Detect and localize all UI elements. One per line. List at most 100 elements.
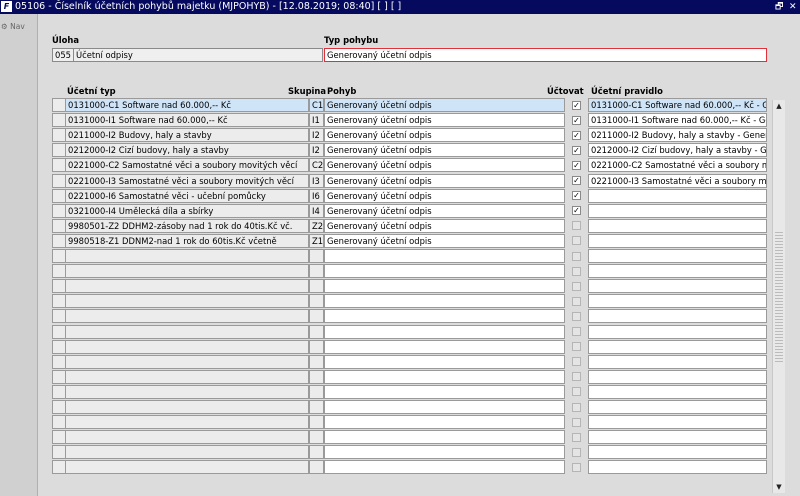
uctovat-checkbox[interactable] <box>572 432 581 442</box>
row-selector[interactable] <box>52 98 66 112</box>
cell-pohyb[interactable] <box>324 445 565 460</box>
uctovat-checkbox[interactable] <box>572 296 581 306</box>
cell-skupina[interactable] <box>309 324 324 339</box>
cell-ucetni-typ[interactable] <box>65 294 309 309</box>
uctovat-checkbox[interactable]: ✓ <box>572 191 581 201</box>
cell-ucetni-typ[interactable]: 0212000-I2 Cizí budovy, haly a stavby <box>65 143 309 158</box>
scroll-up-icon[interactable]: ▲ <box>773 100 785 112</box>
close-icon[interactable]: ✕ <box>789 1 797 13</box>
uctovat-checkbox[interactable] <box>572 402 581 412</box>
cell-ucetni-typ[interactable] <box>65 339 309 354</box>
uctovat-checkbox[interactable] <box>572 236 581 246</box>
row-selector[interactable] <box>52 218 66 233</box>
row-selector[interactable] <box>52 415 66 430</box>
cell-ucetni-typ[interactable]: 0211000-I2 Budovy, haly a stavby <box>65 128 309 143</box>
cell-ucetni-pravidlo[interactable] <box>588 415 767 430</box>
cell-ucetni-typ[interactable] <box>65 354 309 369</box>
cell-ucetni-typ[interactable]: 0131000-I1 Software nad 60.000,-- Kč <box>65 113 309 128</box>
uctovat-checkbox[interactable]: ✓ <box>572 206 581 216</box>
cell-skupina[interactable]: C1 <box>309 98 324 112</box>
cell-ucetni-pravidlo[interactable] <box>588 324 767 339</box>
cell-pohyb[interactable] <box>324 339 565 354</box>
uctovat-checkbox[interactable] <box>572 327 581 336</box>
row-selector[interactable] <box>52 460 66 475</box>
cell-ucetni-pravidlo[interactable] <box>588 430 767 445</box>
cell-ucetni-pravidlo[interactable] <box>588 203 767 218</box>
row-selector[interactable] <box>52 143 66 158</box>
cell-ucetni-pravidlo[interactable] <box>588 445 767 460</box>
uctovat-checkbox[interactable] <box>572 221 581 231</box>
cell-pohyb[interactable]: Generovaný účetní odpis <box>324 218 565 233</box>
cell-ucetni-pravidlo[interactable] <box>588 294 767 309</box>
cell-pohyb[interactable] <box>324 415 565 430</box>
row-selector[interactable] <box>52 128 66 143</box>
row-selector[interactable] <box>52 188 66 203</box>
row-selector[interactable] <box>52 203 66 218</box>
cell-ucetni-pravidlo[interactable] <box>588 264 767 279</box>
cell-skupina[interactable] <box>309 430 324 445</box>
cell-pohyb[interactable]: Generovaný účetní odpis <box>324 173 565 188</box>
cell-pohyb[interactable] <box>324 430 565 445</box>
cell-pohyb[interactable] <box>324 354 565 369</box>
cell-skupina[interactable]: I4 <box>309 203 324 218</box>
scroll-down-icon[interactable]: ▼ <box>773 481 785 493</box>
cell-pohyb[interactable] <box>324 400 565 414</box>
cell-skupina[interactable] <box>309 279 324 294</box>
row-selector[interactable] <box>52 445 66 460</box>
uctovat-checkbox[interactable] <box>572 266 581 276</box>
cell-pohyb[interactable] <box>324 249 565 263</box>
cell-ucetni-pravidlo[interactable] <box>588 460 767 475</box>
cell-ucetni-pravidlo[interactable] <box>588 354 767 369</box>
cell-ucetni-pravidlo[interactable] <box>588 309 767 324</box>
cell-skupina[interactable] <box>309 354 324 369</box>
vertical-scrollbar[interactable]: ▲ ▼ <box>772 100 785 493</box>
cell-ucetni-pravidlo[interactable]: 0211000-I2 Budovy, haly a stavby - Gener… <box>588 128 767 143</box>
cell-ucetni-typ[interactable] <box>65 430 309 445</box>
cell-ucetni-typ[interactable] <box>65 460 309 475</box>
cell-skupina[interactable]: Z2 <box>309 218 324 233</box>
cell-ucetni-typ[interactable]: 0131000-C1 Software nad 60.000,-- Kč <box>65 98 309 112</box>
cell-ucetni-pravidlo[interactable] <box>588 400 767 414</box>
cell-skupina[interactable]: I2 <box>309 143 324 158</box>
nav-button[interactable]: ⚙ Nav <box>1 22 25 31</box>
cell-skupina[interactable] <box>309 384 324 399</box>
row-selector[interactable] <box>52 279 66 294</box>
cell-ucetni-typ[interactable]: 0221000-I6 Samostatné věci - učební pomů… <box>65 188 309 203</box>
row-selector[interactable] <box>52 249 66 263</box>
uctovat-checkbox[interactable] <box>572 462 581 472</box>
cell-ucetni-pravidlo[interactable] <box>588 339 767 354</box>
cell-ucetni-pravidlo[interactable] <box>588 233 767 248</box>
row-selector[interactable] <box>52 173 66 188</box>
cell-pohyb[interactable] <box>324 294 565 309</box>
restore-icon[interactable]: 🗗 <box>775 1 783 13</box>
cell-pohyb[interactable] <box>324 264 565 279</box>
cell-ucetni-typ[interactable] <box>65 369 309 384</box>
row-selector[interactable] <box>52 369 66 384</box>
cell-ucetni-pravidlo[interactable] <box>588 369 767 384</box>
row-selector[interactable] <box>52 384 66 399</box>
uctovat-checkbox[interactable] <box>572 357 581 367</box>
uctovat-checkbox[interactable] <box>572 372 581 382</box>
cell-pohyb[interactable] <box>324 309 565 324</box>
cell-ucetni-typ[interactable] <box>65 264 309 279</box>
cell-skupina[interactable] <box>309 294 324 309</box>
row-selector[interactable] <box>52 324 66 339</box>
uloha-name-field[interactable]: Účetní odpisy <box>73 48 323 62</box>
scroll-grip[interactable] <box>775 232 783 362</box>
cell-ucetni-pravidlo[interactable]: 0212000-I2 Cizí budovy, haly a stavby - … <box>588 143 767 158</box>
cell-ucetni-typ[interactable]: 0221000-C2 Samostatné věci a soubory mov… <box>65 158 309 173</box>
row-selector[interactable] <box>52 158 66 173</box>
row-selector[interactable] <box>52 264 66 279</box>
cell-skupina[interactable] <box>309 415 324 430</box>
cell-skupina[interactable] <box>309 339 324 354</box>
cell-skupina[interactable] <box>309 249 324 263</box>
cell-skupina[interactable]: I6 <box>309 188 324 203</box>
row-selector[interactable] <box>52 400 66 414</box>
cell-pohyb[interactable]: Generovaný účetní odpis <box>324 143 565 158</box>
cell-ucetni-typ[interactable] <box>65 445 309 460</box>
uctovat-checkbox[interactable]: ✓ <box>572 115 581 125</box>
cell-ucetni-typ[interactable] <box>65 415 309 430</box>
cell-ucetni-typ[interactable] <box>65 249 309 263</box>
cell-ucetni-pravidlo[interactable] <box>588 384 767 399</box>
cell-pohyb[interactable] <box>324 279 565 294</box>
